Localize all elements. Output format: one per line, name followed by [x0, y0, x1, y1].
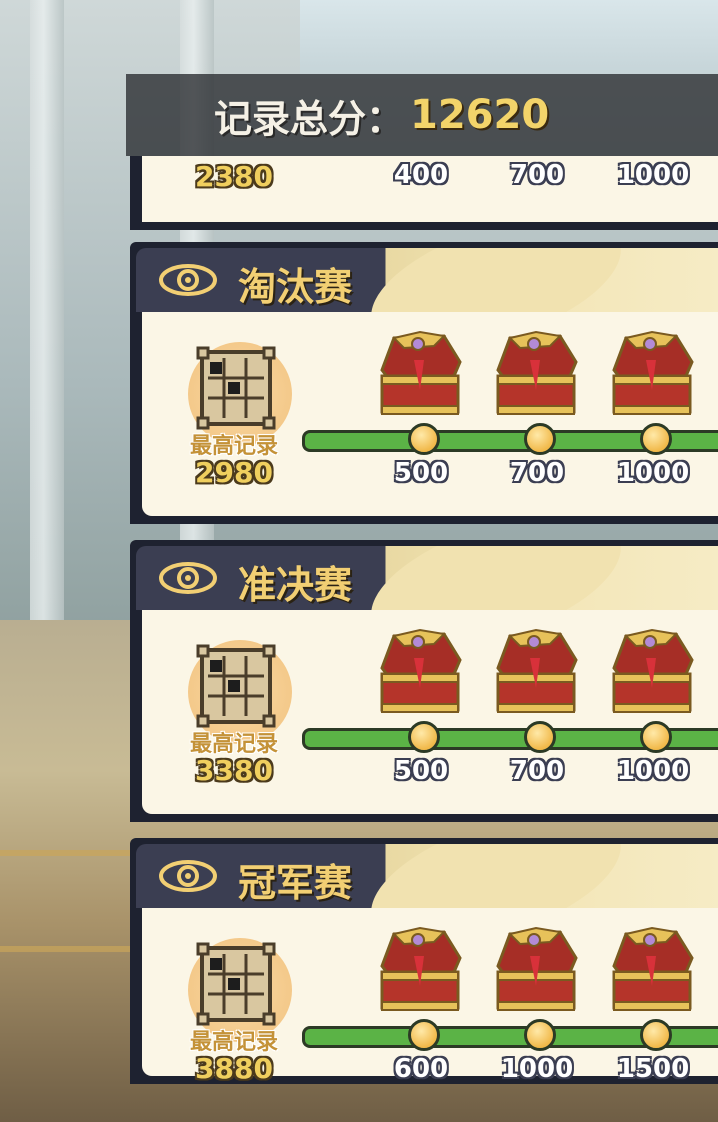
panel-corner [130, 810, 142, 822]
record-value: 2980 [195, 456, 273, 489]
total-score-value: 12620 [410, 92, 550, 138]
milestone-node [640, 1019, 672, 1051]
eye-icon [159, 562, 217, 594]
treasure-chest-icon[interactable] [606, 628, 698, 718]
milestone-score: 1000 [500, 1054, 574, 1084]
milestone-score: 400 [393, 160, 449, 190]
milestone-score: 500 [393, 756, 449, 786]
milestone-score: 700 [509, 160, 565, 190]
milestone-score: 1000 [616, 458, 690, 488]
panel-corner [130, 512, 142, 524]
stage-panel-header: 冠军赛 [136, 844, 718, 908]
treasure-chest-icon[interactable] [374, 926, 466, 1016]
stage-panel[interactable]: 准决赛 最高记录 3380 500 700 1000 [130, 540, 718, 822]
stage-panel-body: 最高记录 3880 600 1000 1500 [142, 908, 718, 1085]
milestone-score: 700 [509, 756, 565, 786]
background-sky [300, 0, 718, 80]
treasure-chest-icon[interactable] [606, 330, 698, 420]
stage-panel-header: 准决赛 [136, 546, 718, 610]
treasure-chest-icon[interactable] [374, 330, 466, 420]
panel-corner [130, 1072, 142, 1084]
milestone-node [408, 721, 440, 753]
stage-title: 准决赛 [238, 563, 353, 607]
milestone-score: 1000 [616, 160, 690, 190]
milestone-score: 600 [393, 1054, 449, 1084]
puzzle-grid-icon [196, 644, 276, 728]
stage-panel[interactable]: 冠军赛 最高记录 3880 600 1000 1500 [130, 838, 718, 1085]
treasure-chest-icon[interactable] [490, 330, 582, 420]
milestone-node [640, 721, 672, 753]
milestone-node [640, 423, 672, 455]
treasure-chest-icon[interactable] [490, 926, 582, 1016]
header-swoosh [355, 546, 637, 610]
treasure-chest-icon[interactable] [374, 628, 466, 718]
stage-panel-header: 淘汰赛 [136, 248, 718, 312]
milestone-score: 500 [393, 458, 449, 488]
stage-panel-body: 2380 400 700 1000 [142, 156, 718, 222]
stage-title: 淘汰赛 [238, 265, 353, 309]
stage-panel-clipped: 2380 400 700 1000 [130, 156, 718, 230]
header-swoosh [355, 844, 637, 908]
total-score-label: 记录总分： [214, 96, 405, 141]
milestone-node [408, 423, 440, 455]
panel-corner [130, 218, 142, 230]
eye-icon [159, 860, 217, 892]
milestone-score: 700 [509, 458, 565, 488]
puzzle-grid-icon [196, 346, 276, 430]
stage-panel[interactable]: 淘汰赛 最高记录 2980 500 700 1000 [130, 242, 718, 524]
record-value: 3880 [195, 1052, 273, 1085]
record-value: 3380 [195, 754, 273, 787]
eye-icon [159, 264, 217, 296]
milestone-node [524, 721, 556, 753]
puzzle-grid-icon [196, 942, 276, 1026]
treasure-chest-icon[interactable] [606, 926, 698, 1016]
milestone-score: 1500 [616, 1054, 690, 1084]
background-pillar [30, 0, 64, 640]
stage-panel-body: 最高记录 2980 500 700 1000 [142, 312, 718, 516]
milestone-score: 1000 [616, 756, 690, 786]
stage-panel-body: 最高记录 3380 500 700 1000 [142, 610, 718, 814]
header-swoosh [355, 248, 637, 312]
record-value: 2380 [195, 160, 273, 193]
treasure-chest-icon[interactable] [490, 628, 582, 718]
milestone-node [408, 1019, 440, 1051]
milestone-node [524, 423, 556, 455]
stage-title: 冠军赛 [238, 861, 353, 905]
milestone-node [524, 1019, 556, 1051]
total-score-bar: 记录总分： 12620 [126, 74, 718, 156]
